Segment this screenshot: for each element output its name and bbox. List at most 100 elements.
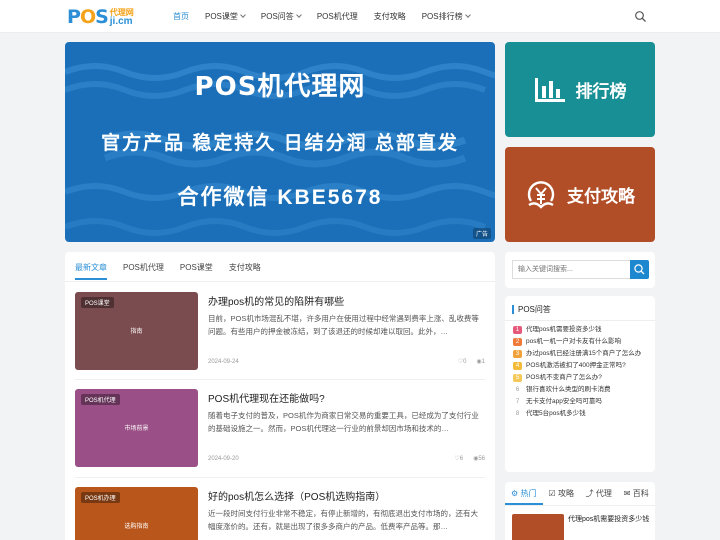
main-nav: 首页 POS课堂 POS问答 POS机代理 支付攻略 POS排行榜 bbox=[165, 0, 478, 33]
category-badge[interactable]: POS机代理 bbox=[81, 394, 120, 405]
post-thumbnail[interactable]: POS机代理 市场前景 bbox=[75, 389, 198, 467]
top-navbar: POS 代理网 ji.cm 首页 POS课堂 POS问答 POS机代理 支付攻略… bbox=[0, 0, 720, 33]
list-item[interactable]: POS机办理 选购指南 好的pos机怎么选择（POS机选购指南） 近一段时间支付… bbox=[75, 487, 485, 540]
tab-hot[interactable]: ⚙ 热门 bbox=[505, 482, 543, 505]
tab-wiki[interactable]: ✉ 百科 bbox=[618, 482, 656, 505]
view-count-value: 56 bbox=[478, 456, 485, 462]
nav-label: 首页 bbox=[173, 12, 189, 21]
rank-number: 8 bbox=[515, 411, 520, 417]
ranking-card[interactable]: 排行榜 bbox=[505, 42, 655, 137]
nav-label: POS排行榜 bbox=[421, 12, 463, 21]
thumbnail-caption: 选购指南 bbox=[124, 524, 149, 530]
bar-chart-icon bbox=[534, 77, 565, 102]
qa-list-item[interactable]: 3 办过pos机已经注册满15个商户了怎么办 bbox=[513, 350, 651, 358]
post-title[interactable]: POS机代理现在还能做吗? bbox=[208, 390, 325, 405]
banner-ad[interactable]: POS机代理网 官方产品 稳定持久 日结分润 总部直发 合作微信 KBE5678… bbox=[65, 42, 495, 242]
qa-item-text: pos机一机一户对卡友有什么影响 bbox=[526, 338, 621, 345]
search-input[interactable] bbox=[512, 260, 630, 279]
thumbnail-caption: 市场前景 bbox=[124, 426, 149, 432]
article-tabs: 最新文章 POS机代理 POS课堂 支付攻略 bbox=[75, 262, 261, 280]
check-square-icon: ☑ bbox=[548, 489, 556, 498]
nav-item-pos-agent[interactable]: POS机代理 bbox=[309, 0, 366, 33]
qa-list-item[interactable]: 5 POS机不变商户了怎么办? bbox=[513, 374, 651, 382]
rank-number: 5 bbox=[513, 374, 522, 382]
share-icon: ⤴ bbox=[585, 489, 594, 498]
nav-item-home[interactable]: 首页 bbox=[165, 0, 197, 33]
nav-label: POS问答 bbox=[260, 12, 294, 21]
chevron-down-icon bbox=[295, 12, 302, 18]
banner-title: POS机代理网 bbox=[194, 72, 366, 102]
divider bbox=[65, 281, 495, 282]
qa-list-item[interactable]: 8 代理5台pos机多少钱 bbox=[513, 410, 651, 418]
chevron-down-icon bbox=[240, 12, 246, 18]
qa-list-item[interactable]: 6 银行喜欢什么类型的刷卡消费 bbox=[513, 386, 651, 394]
qa-item-text: 代理5台pos机多少钱 bbox=[526, 410, 586, 417]
rank-number: 7 bbox=[515, 399, 520, 405]
list-item[interactable]: POS课堂 指南 办理pos机的常见的陷阱有哪些 目前，POS机市场混乱不堪，许… bbox=[75, 292, 485, 370]
post-date: 2024-09-20 bbox=[208, 456, 239, 462]
tab-agent[interactable]: ⤴ 代理 bbox=[580, 482, 618, 505]
category-badge[interactable]: POS课堂 bbox=[81, 297, 114, 308]
logo-domain-text: ji.cm bbox=[109, 16, 133, 27]
tab-label: 攻略 bbox=[557, 489, 574, 498]
nav-item-pos-qa[interactable]: POS问答 bbox=[253, 0, 309, 33]
post-thumbnail[interactable]: POS机办理 选购指南 bbox=[75, 487, 198, 540]
site-logo[interactable]: POS 代理网 ji.cm bbox=[67, 6, 134, 28]
payment-guide-card[interactable]: 支付攻略 bbox=[505, 147, 655, 242]
nav-item-payment-guide[interactable]: 支付攻略 bbox=[366, 0, 414, 33]
yen-coin-icon bbox=[527, 180, 555, 209]
post-thumbnail[interactable]: POS课堂 指南 bbox=[75, 292, 198, 370]
post-title[interactable]: 好的pos机怎么选择（POS机选购指南） bbox=[208, 488, 385, 503]
post-excerpt: 随着电子支付的普及，POS机作为商家日常交易的重要工具，已经成为了支付行业的基础… bbox=[208, 411, 479, 433]
qa-item-text: 无卡支付app安全吗可靠吗 bbox=[526, 398, 602, 405]
hot-post-thumbnail[interactable] bbox=[512, 514, 564, 540]
qa-list-item[interactable]: 4 POS机激活被扣了400押金正常吗? bbox=[513, 362, 651, 370]
view-count-value: 1 bbox=[481, 359, 485, 365]
nav-label: 支付攻略 bbox=[373, 12, 406, 21]
category-badge[interactable]: POS机办理 bbox=[81, 492, 120, 503]
tab-pos-agent[interactable]: POS机代理 bbox=[123, 262, 164, 280]
post-title[interactable]: 办理pos机的常见的陷阱有哪些 bbox=[208, 293, 344, 308]
tab-latest[interactable]: 最新文章 bbox=[75, 262, 107, 280]
nav-item-pos-class[interactable]: POS课堂 bbox=[197, 0, 253, 33]
pos-qa-widget: POS问答 1 代理pos机需要投资多少钱 2 pos机一机一户对卡友有什么影响 3 办过… bbox=[505, 296, 655, 472]
list-item[interactable]: POS机代理 市场前景 POS机代理现在还能做吗? 随着电子支付的普及，POS机… bbox=[75, 389, 485, 467]
nav-item-pos-ranking[interactable]: POS排行榜 bbox=[414, 0, 478, 33]
gear-icon: ⚙ bbox=[511, 489, 519, 498]
thumbnail-caption: 指南 bbox=[130, 329, 143, 335]
like-count[interactable]: ♡6 bbox=[454, 455, 463, 462]
ad-badge: 广告 bbox=[472, 228, 491, 239]
hot-post-title[interactable]: 代理pos机需要投资多少钱 bbox=[568, 515, 650, 525]
tab-pos-class[interactable]: POS课堂 bbox=[180, 262, 213, 280]
divider bbox=[505, 320, 655, 321]
search-icon[interactable] bbox=[634, 10, 647, 23]
search-icon bbox=[634, 264, 645, 275]
search-submit-button[interactable] bbox=[630, 260, 649, 279]
sidebar-search bbox=[505, 252, 655, 288]
like-count-value: 6 bbox=[459, 456, 464, 462]
logo-pos-text: POS bbox=[67, 6, 109, 28]
qa-item-text: POS机激活被扣了400押金正常吗? bbox=[526, 362, 626, 369]
view-count: ◉56 bbox=[473, 456, 485, 462]
tab-label: 热门 bbox=[520, 489, 537, 498]
rank-number: 3 bbox=[513, 350, 522, 358]
qa-list-item[interactable]: 2 pos机一机一户对卡友有什么影响 bbox=[513, 338, 651, 346]
chat-icon: ✉ bbox=[623, 489, 631, 498]
qa-list-item[interactable]: 1 代理pos机需要投资多少钱 bbox=[513, 326, 651, 334]
banner-contact: 合作微信 KBE5678 bbox=[177, 186, 383, 209]
nav-label: POS机代理 bbox=[316, 12, 358, 21]
tab-guide[interactable]: ☑ 攻略 bbox=[543, 482, 581, 505]
ranking-card-label: 排行榜 bbox=[575, 82, 627, 101]
banner-subtitle: 官方产品 稳定持久 日结分润 总部直发 bbox=[101, 133, 459, 154]
widget-title: POS问答 bbox=[512, 305, 551, 314]
qa-list-item[interactable]: 7 无卡支付app安全吗可靠吗 bbox=[513, 398, 651, 406]
view-count: ◉1 bbox=[476, 359, 485, 365]
post-meta: ♡6 ◉56 bbox=[454, 455, 485, 462]
post-meta: ♡0 ◉1 bbox=[458, 358, 485, 365]
tab-payment-guide[interactable]: 支付攻略 bbox=[229, 262, 261, 280]
post-excerpt: 近一段时间支付行业非常不稳定，有停止新增的，有彻底退出支付市场的，还有大幅度涨价… bbox=[208, 509, 478, 531]
chevron-down-icon bbox=[464, 12, 471, 18]
like-count[interactable]: ♡0 bbox=[458, 358, 467, 365]
article-list-panel: 最新文章 POS机代理 POS课堂 支付攻略 POS课堂 指南 办理pos机的常… bbox=[65, 252, 495, 540]
post-date: 2024-09-24 bbox=[208, 359, 239, 365]
